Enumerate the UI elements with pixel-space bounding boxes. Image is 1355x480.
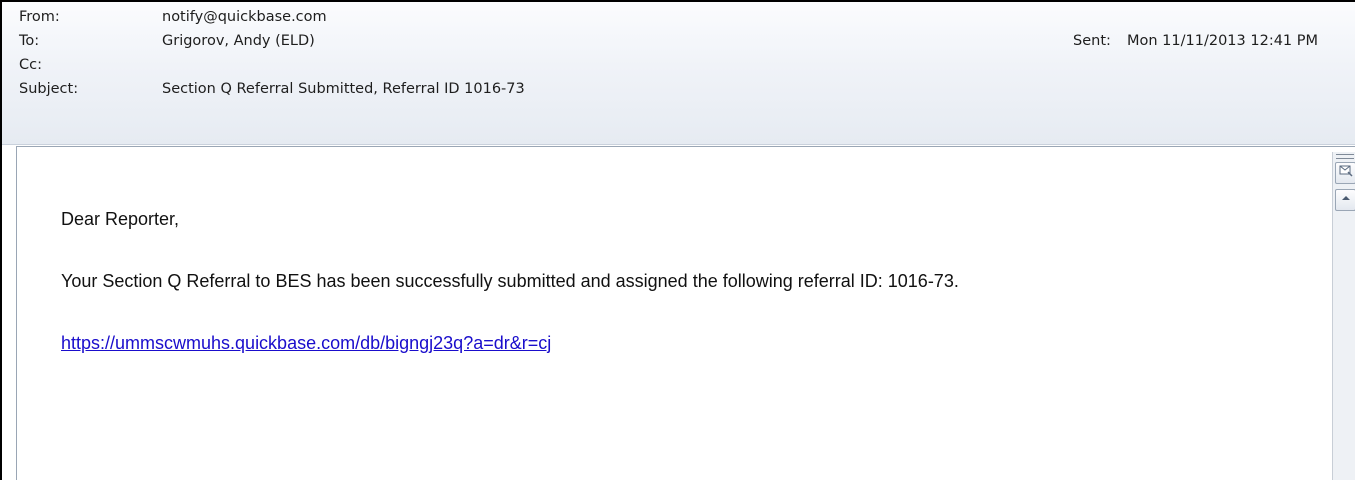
- message-icon[interactable]: [1335, 162, 1355, 184]
- to-label: To:: [19, 33, 40, 49]
- subject-label: Subject:: [19, 81, 79, 97]
- from-label: From:: [19, 9, 60, 25]
- to-value[interactable]: Grigorov, Andy (ELD): [162, 29, 315, 53]
- sent-label: Sent:: [1073, 33, 1111, 49]
- subject-value: Section Q Referral Submitted, Referral I…: [162, 81, 525, 97]
- referral-link[interactable]: https://ummscwmuhs.quickbase.com/db/bign…: [61, 333, 551, 354]
- split-grip-icon[interactable]: [1336, 154, 1354, 159]
- message-text: Your Section Q Referral to BES has been …: [61, 271, 959, 291]
- from-value[interactable]: notify@quickbase.com: [162, 5, 327, 29]
- email-header: From: notify@quickbase.com To: Grigorov,…: [2, 2, 1355, 145]
- email-body[interactable]: Dear Reporter, Your Section Q Referral t…: [16, 146, 1355, 480]
- sent-value: Mon 11/11/2013 12:41 PM: [1127, 33, 1319, 49]
- greeting-text: Dear Reporter,: [61, 209, 180, 229]
- email-reading-pane: From: notify@quickbase.com To: Grigorov,…: [0, 0, 1355, 480]
- scroll-up-arrow-icon[interactable]: [1335, 189, 1355, 211]
- cc-label: Cc:: [19, 57, 42, 73]
- vertical-scrollbar[interactable]: [1332, 152, 1355, 480]
